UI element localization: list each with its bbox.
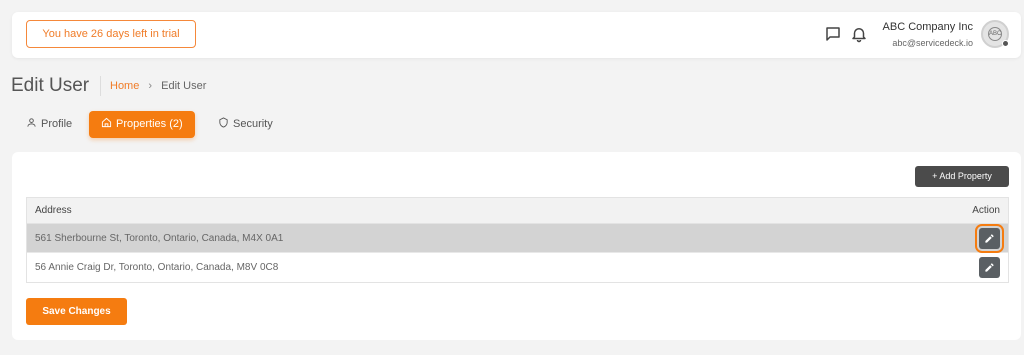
properties-card: + Add Property Address Action 561 Sherbo…: [12, 152, 1021, 340]
properties-table: Address Action 561 Sherbourne St, Toront…: [26, 197, 1009, 283]
edit-button[interactable]: [975, 224, 1004, 253]
company-name: ABC Company Inc: [882, 21, 973, 33]
column-header-address: Address: [35, 205, 72, 216]
breadcrumb-current: Edit User: [161, 80, 207, 92]
row-address: 561 Sherbourne St, Toronto, Ontario, Can…: [35, 233, 284, 244]
tab-security[interactable]: Security: [206, 111, 285, 138]
breadcrumb: Home › Edit User: [110, 80, 206, 92]
status-dot: [1002, 40, 1009, 47]
pencil-icon: [985, 234, 994, 243]
pencil-icon: [985, 263, 994, 272]
breadcrumb-separator: ›: [148, 80, 153, 92]
bell-icon[interactable]: [850, 25, 868, 43]
user-email: abc@servicedeck.io: [892, 38, 973, 48]
tab-label: Properties (2): [116, 118, 183, 130]
avatar[interactable]: ABC: [981, 20, 1009, 48]
tab-label: Profile: [41, 118, 73, 130]
user-info[interactable]: ABC Company Inc abc@servicedeck.io: [883, 20, 973, 50]
shield-icon: [219, 117, 228, 128]
column-header-action: Action: [972, 205, 1000, 216]
title-divider: [100, 76, 101, 96]
chat-icon[interactable]: [824, 25, 842, 43]
table-row[interactable]: 56 Annie Craig Dr, Toronto, Ontario, Can…: [27, 253, 1008, 282]
top-bar: You have 26 days left in trial ABC Compa…: [12, 12, 1021, 58]
save-changes-button[interactable]: Save Changes: [26, 298, 127, 325]
trial-badge[interactable]: You have 26 days left in trial: [26, 20, 196, 48]
tab-label: Security: [233, 118, 273, 130]
avatar-logo: ABC: [988, 27, 1002, 41]
home-icon: [101, 117, 112, 128]
tab-profile[interactable]: Profile: [14, 111, 84, 138]
row-address: 56 Annie Craig Dr, Toronto, Ontario, Can…: [35, 262, 279, 273]
edit-button[interactable]: [979, 257, 1000, 278]
add-property-button[interactable]: + Add Property: [915, 166, 1009, 187]
table-row[interactable]: 561 Sherbourne St, Toronto, Ontario, Can…: [27, 224, 1008, 253]
page-title: Edit User: [11, 75, 90, 96]
breadcrumb-home[interactable]: Home: [110, 80, 139, 92]
table-header: Address Action: [27, 198, 1008, 224]
tab-properties[interactable]: Properties (2): [89, 111, 195, 138]
user-icon: [27, 118, 36, 127]
